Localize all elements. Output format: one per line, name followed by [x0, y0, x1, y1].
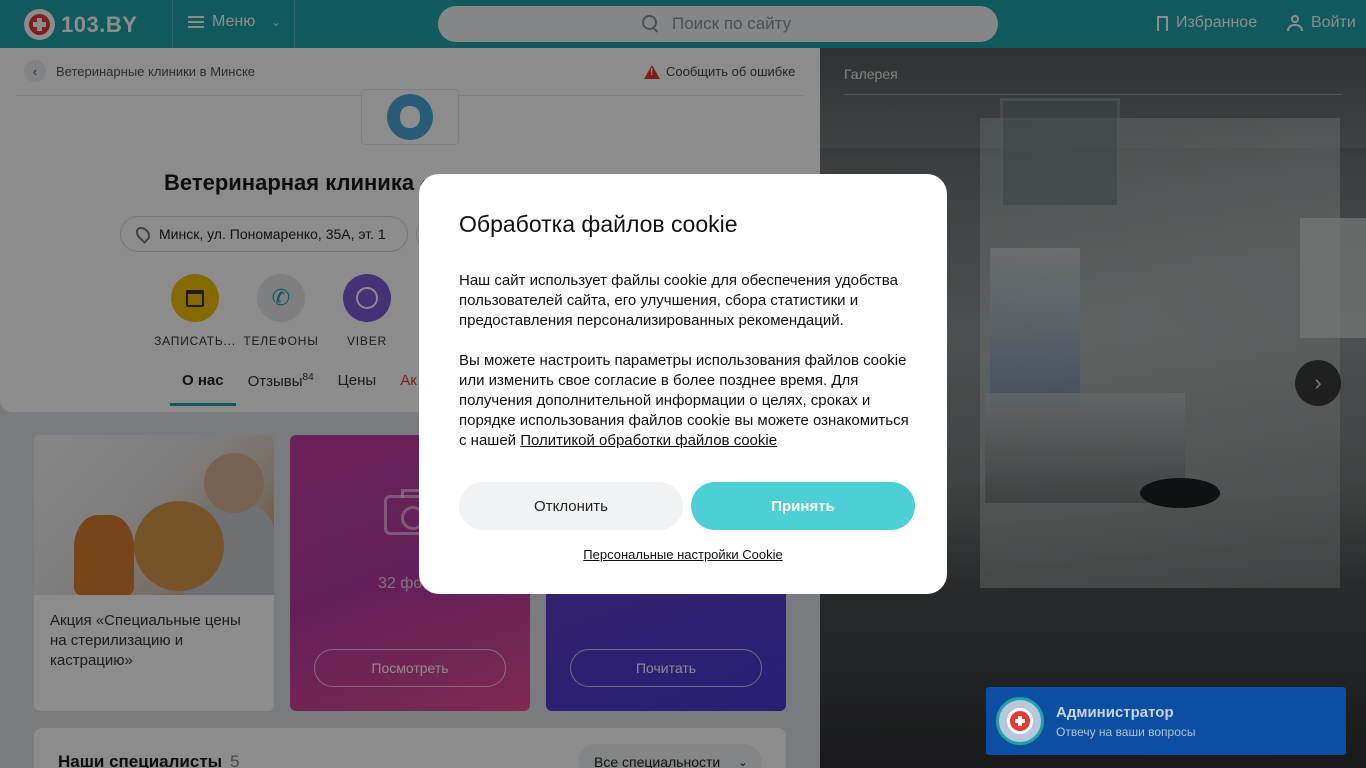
- cookie-paragraph-2: Вы можете настроить параметры использова…: [459, 351, 919, 451]
- chat-subtitle: Отвечу на ваши вопросы: [1056, 724, 1196, 739]
- cookie-settings-link[interactable]: Персональные настройки Cookie: [419, 547, 947, 562]
- cookie-modal-title: Обработка файлов cookie: [459, 211, 738, 237]
- chat-text: Администратор Отвечу на ваши вопросы: [1056, 704, 1196, 739]
- red-cross-icon: [1007, 708, 1033, 734]
- accept-button[interactable]: Принять: [691, 482, 915, 530]
- cookie-modal-body: Наш сайт использует файлы cookie для обе…: [459, 271, 919, 451]
- cookie-paragraph-1: Наш сайт использует файлы cookie для обе…: [459, 272, 898, 329]
- cookie-policy-link[interactable]: Политикой обработки файлов cookie: [520, 432, 777, 449]
- decline-button[interactable]: Отклонить: [459, 482, 683, 530]
- admin-avatar: [996, 697, 1044, 745]
- chat-name: Администратор: [1056, 703, 1174, 721]
- chat-widget[interactable]: Администратор Отвечу на ваши вопросы: [986, 687, 1346, 755]
- cookie-modal: Обработка файлов cookie Наш сайт использ…: [419, 174, 947, 594]
